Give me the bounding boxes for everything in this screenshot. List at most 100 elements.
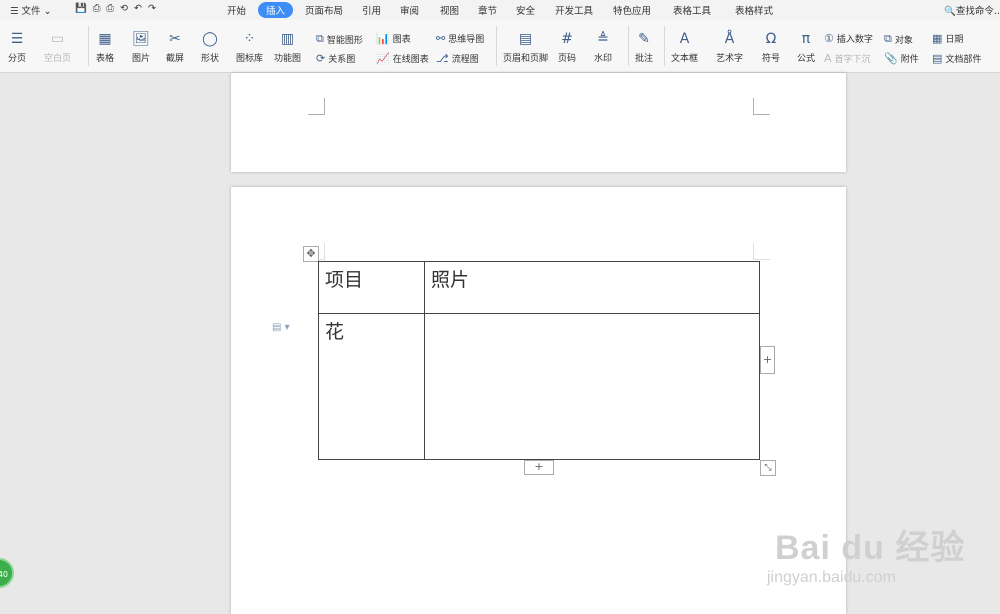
wordart-button[interactable]: Å 艺术字 bbox=[716, 30, 743, 64]
insert-number-button[interactable]: ① 插入数字 bbox=[824, 32, 873, 45]
tab-developer[interactable]: 开发工具 bbox=[555, 3, 593, 17]
tab-chapter[interactable]: 章节 bbox=[478, 3, 497, 17]
smart-graphic-label: 智能图形 bbox=[326, 35, 363, 46]
shape-label: 形状 bbox=[201, 54, 220, 64]
symbol-button[interactable]: Ω 符号 bbox=[762, 30, 780, 64]
paragraph-marker-icon[interactable]: ▤ ▾ bbox=[272, 322, 290, 333]
watermark-url: jingyan.baidu.com bbox=[767, 569, 896, 586]
baidu-watermark: Bai du 经验 jingyan.baidu.com bbox=[767, 520, 965, 587]
table-cell[interactable]: 照片 bbox=[424, 261, 760, 314]
tab-table-style[interactable]: 表格样式 bbox=[735, 3, 773, 17]
formula-label: 公式 bbox=[797, 54, 816, 64]
separator bbox=[496, 26, 497, 66]
document-page-1[interactable] bbox=[231, 73, 846, 172]
plus-icon: + bbox=[534, 460, 544, 473]
mind-map-button[interactable]: ⚯ 思维导图 bbox=[436, 32, 484, 45]
drop-cap-icon: A bbox=[824, 52, 832, 65]
date-label: 日期 bbox=[945, 35, 964, 45]
page-break-icon: ☰ bbox=[10, 31, 24, 47]
tab-home[interactable]: 开始 bbox=[227, 3, 246, 17]
floating-badge[interactable]: 40 bbox=[0, 558, 14, 588]
icon-library-button[interactable]: ⁘ 图标库 bbox=[236, 30, 263, 64]
tab-view[interactable]: 视图 bbox=[440, 3, 459, 17]
blank-page-icon: ▭ bbox=[50, 31, 65, 47]
table-resize-handle[interactable]: ⤡ bbox=[760, 460, 776, 476]
table-cell[interactable] bbox=[424, 313, 760, 460]
chart-button[interactable]: 📊 图表 bbox=[376, 32, 411, 45]
online-chart-label: 在线图表 bbox=[392, 55, 429, 65]
comment-label: 批注 bbox=[635, 54, 654, 64]
page-number-button[interactable]: # 页码 bbox=[558, 30, 576, 64]
tab-table-tools[interactable]: 表格工具 bbox=[673, 3, 711, 17]
chart-icon: 📊 bbox=[376, 32, 390, 45]
doc-parts-button[interactable]: ▤ 文档部件 bbox=[932, 52, 981, 65]
smart-graphic-button[interactable]: ⧉ 智能图形 bbox=[316, 32, 363, 46]
picture-label: 图片 bbox=[132, 54, 151, 64]
comment-button[interactable]: ✎ 批注 bbox=[635, 30, 653, 64]
table-label: 表格 bbox=[96, 54, 115, 64]
file-menu[interactable]: ☰ 文件 ⌄ bbox=[10, 3, 52, 17]
function-chart-label: 功能图 bbox=[274, 54, 302, 64]
relation-chart-button[interactable]: ⟳ 关系图 bbox=[316, 52, 355, 65]
textbox-button[interactable]: A 文本框 bbox=[671, 30, 698, 64]
paperclip-icon: 📎 bbox=[884, 52, 898, 65]
quick-access-toolbar[interactable]: 💾⎙⎙⟲↶↷ bbox=[75, 3, 162, 14]
tab-insert[interactable]: 插入 bbox=[258, 2, 294, 18]
table-button[interactable]: ▦ 表格 bbox=[96, 30, 114, 64]
table-cell[interactable]: 花 bbox=[318, 313, 425, 460]
object-button[interactable]: ⧉ 对象 bbox=[884, 32, 913, 46]
attachment-label: 附件 bbox=[900, 55, 919, 65]
wordart-icon: Å bbox=[724, 31, 735, 47]
tab-security[interactable]: 安全 bbox=[516, 3, 535, 17]
search-icon: 🔍 bbox=[944, 6, 956, 17]
attachment-button[interactable]: 📎 附件 bbox=[884, 52, 919, 65]
flowchart-button[interactable]: ⎇ 流程图 bbox=[436, 52, 479, 65]
relation-chart-icon: ⟳ bbox=[316, 52, 326, 65]
add-column-button[interactable]: + bbox=[760, 346, 775, 374]
tab-review[interactable]: 审阅 bbox=[400, 3, 419, 17]
insert-number-icon: ① bbox=[824, 32, 834, 45]
header-footer-icon: ▤ bbox=[518, 31, 533, 47]
table-move-handle[interactable]: ✥ bbox=[303, 246, 319, 262]
table-cell[interactable]: 项目 bbox=[318, 261, 425, 314]
search-label: 查找命令... bbox=[955, 6, 1000, 17]
object-icon: ⧉ bbox=[884, 32, 892, 45]
textbox-label: 文本框 bbox=[671, 54, 699, 64]
function-chart-button[interactable]: ▥ 功能图 bbox=[274, 30, 301, 64]
screenshot-button[interactable]: ✂ 截屏 bbox=[166, 30, 184, 64]
watermark-button[interactable]: ≜ 水印 bbox=[594, 30, 612, 64]
page-number-label: 页码 bbox=[558, 54, 577, 64]
object-label: 对象 bbox=[894, 35, 913, 46]
blank-page-button[interactable]: ▭ 空白页 bbox=[44, 30, 71, 64]
page-break-button[interactable]: ☰ 分页 bbox=[8, 30, 26, 64]
page-number-icon: # bbox=[561, 31, 573, 47]
tab-page-layout[interactable]: 页面布局 bbox=[305, 3, 343, 17]
shape-button[interactable]: ◯ 形状 bbox=[201, 30, 219, 64]
picture-button[interactable]: 🖼 图片 bbox=[132, 30, 150, 64]
menu-bar: ☰ 文件 ⌄ 💾⎙⎙⟲↶↷ 开始 插入 页面布局 引用 审阅 视图 章节 安全 … bbox=[0, 0, 1000, 20]
separator bbox=[88, 26, 89, 66]
formula-button[interactable]: π 公式 bbox=[797, 30, 815, 64]
tab-references[interactable]: 引用 bbox=[362, 3, 381, 17]
smart-graphic-icon: ⧉ bbox=[316, 32, 324, 45]
file-menu-label: 文件 bbox=[21, 6, 41, 17]
page-margin-corner bbox=[753, 98, 770, 115]
header-footer-button[interactable]: ▤ 页眉和页脚 bbox=[503, 30, 548, 64]
add-row-button[interactable]: + bbox=[524, 460, 554, 475]
drop-cap-label: 首字下沉 bbox=[834, 55, 871, 65]
watermark-label: 水印 bbox=[594, 54, 613, 64]
doc-parts-label: 文档部件 bbox=[945, 55, 982, 65]
separator bbox=[664, 26, 665, 66]
tab-special[interactable]: 特色应用 bbox=[613, 3, 651, 17]
resize-icon: ⤡ bbox=[764, 463, 772, 473]
online-chart-icon: 📈 bbox=[376, 52, 390, 65]
blank-page-label: 空白页 bbox=[44, 54, 72, 64]
table-row: 花 bbox=[318, 313, 760, 460]
search-command[interactable]: 🔍查找命令... bbox=[944, 3, 1000, 17]
online-chart-button[interactable]: 📈 在线图表 bbox=[376, 52, 429, 65]
document-table[interactable]: 项目 照片 花 bbox=[318, 261, 760, 460]
drop-cap-button[interactable]: A 首字下沉 bbox=[824, 52, 871, 65]
doc-parts-icon: ▤ bbox=[932, 52, 943, 65]
date-button[interactable]: ▦ 日期 bbox=[932, 32, 963, 45]
move-icon: ✥ bbox=[306, 247, 316, 260]
